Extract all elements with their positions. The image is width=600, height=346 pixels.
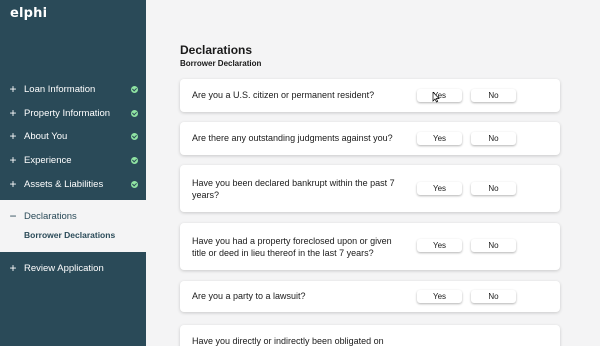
sidebar-item-label: Declarations <box>24 210 77 222</box>
question-text: Have you been declared bankrupt within t… <box>192 178 395 200</box>
question-text: Are you a party to a lawsuit? <box>192 291 306 301</box>
question-text: Have you had a property foreclosed upon … <box>192 236 392 258</box>
yes-button[interactable]: Yes <box>417 290 462 303</box>
yes-button[interactable]: Yes <box>417 132 462 145</box>
section-subtitle: Borrower Declaration <box>180 59 262 68</box>
minus-icon: − <box>9 209 17 223</box>
check-circle-icon <box>131 132 138 140</box>
question-text: Are you a U.S. citizen or permanent resi… <box>192 90 375 100</box>
question-card: Are you a U.S. citizen or permanent resi… <box>180 79 560 112</box>
plus-icon: + <box>9 82 17 96</box>
sidebar-item-assets-liabilities[interactable]: + Assets & Liabilities <box>0 174 146 194</box>
yes-button[interactable]: Yes <box>417 182 462 195</box>
mouse-cursor-icon <box>432 92 440 103</box>
sidebar-item-label: About You <box>24 130 68 142</box>
no-button[interactable]: No <box>471 239 516 252</box>
sidebar-item-review-application[interactable]: + Review Application <box>0 258 146 278</box>
plus-icon: + <box>9 177 17 191</box>
question-card: Have you been declared bankrupt within t… <box>180 165 560 212</box>
sidebar-subitem-borrower-declarations[interactable]: Borrower Declarations <box>24 230 115 240</box>
check-circle-icon <box>131 156 138 164</box>
question-card: Have you had a property foreclosed upon … <box>180 223 560 270</box>
sidebar-item-loan-information[interactable]: + Loan Information <box>0 79 146 99</box>
sidebar-item-about-you[interactable]: + About You <box>0 126 146 146</box>
plus-icon: + <box>9 261 17 275</box>
plus-icon: + <box>9 153 17 167</box>
sidebar-item-label: Property Information <box>24 107 111 119</box>
question-text: Are there any outstanding judgments agai… <box>192 133 393 143</box>
yes-button[interactable]: Yes <box>417 239 462 252</box>
sidebar-active-section: − Declarations Borrower Declarations <box>0 200 146 252</box>
sidebar: elphi + Loan Information + Property Info… <box>0 0 146 346</box>
sidebar-item-label: Assets & Liabilities <box>24 178 104 190</box>
no-button[interactable]: No <box>471 89 516 102</box>
sidebar-item-label: Experience <box>24 154 72 166</box>
check-circle-icon <box>131 109 138 117</box>
question-text: Have you directly or indirectly been obl… <box>192 336 384 346</box>
check-circle-icon <box>131 180 138 188</box>
plus-icon: + <box>9 106 17 120</box>
sidebar-item-label: Review Application <box>24 262 104 274</box>
question-card: Have you directly or indirectly been obl… <box>180 325 560 346</box>
question-card: Are there any outstanding judgments agai… <box>180 122 560 155</box>
no-button[interactable]: No <box>471 290 516 303</box>
question-card: Are you a party to a lawsuit? Yes No <box>180 281 560 312</box>
page-title: Declarations <box>180 43 253 57</box>
no-button[interactable]: No <box>471 182 516 195</box>
plus-icon: + <box>9 129 17 143</box>
sidebar-item-declarations[interactable]: − Declarations <box>0 206 146 226</box>
app-logo[interactable]: elphi <box>10 6 47 21</box>
sidebar-item-experience[interactable]: + Experience <box>0 150 146 170</box>
sidebar-item-property-information[interactable]: + Property Information <box>0 103 146 123</box>
sidebar-item-label: Loan Information <box>24 83 96 95</box>
check-circle-icon <box>131 85 138 93</box>
no-button[interactable]: No <box>471 132 516 145</box>
